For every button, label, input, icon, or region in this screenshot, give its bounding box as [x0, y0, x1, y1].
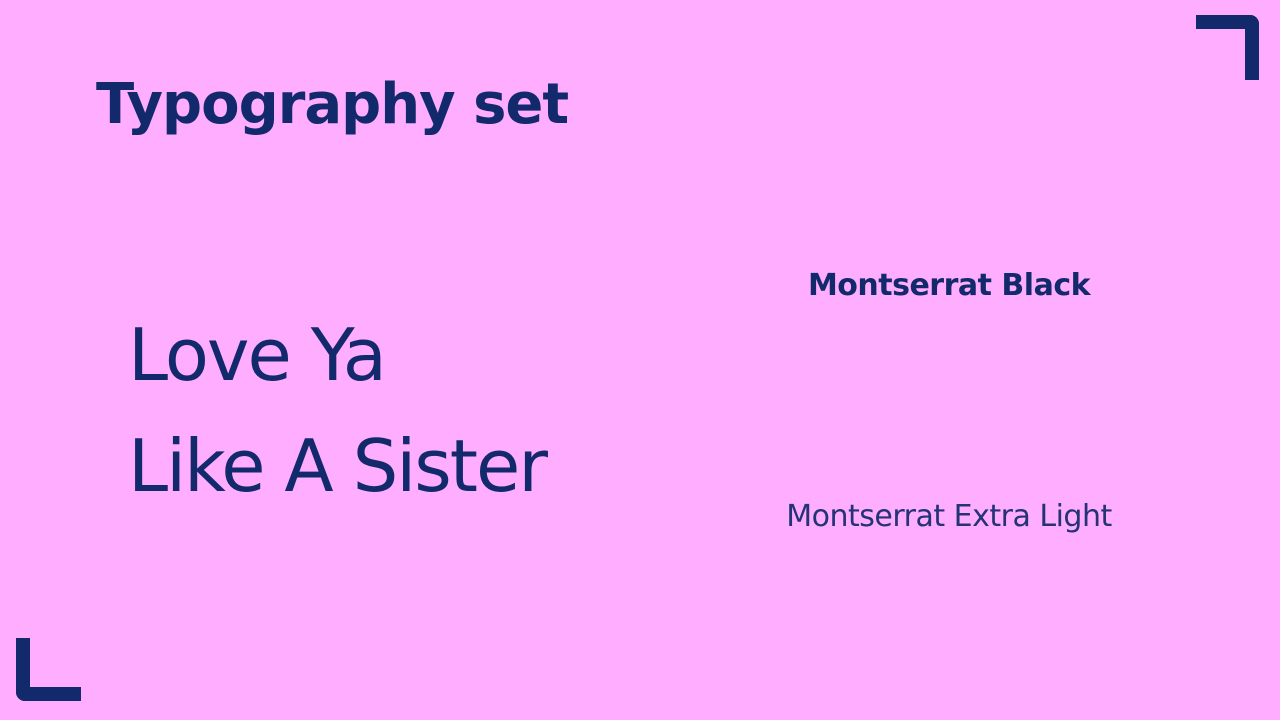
- corner-bracket-bottom-left-icon: [16, 638, 81, 701]
- sample-text-line-2: Like A Sister: [128, 424, 548, 508]
- font-label-extra-light: Montserrat Extra Light: [786, 499, 1112, 534]
- corner-bracket-top-right-icon: [1196, 15, 1259, 80]
- sample-text-line-1: Love Ya: [128, 313, 387, 397]
- sample-text-block: Love Ya Like A Sister: [128, 300, 548, 522]
- font-label-black: Montserrat Black: [807, 268, 1091, 303]
- slide-title: Typography set: [96, 72, 569, 137]
- typography-slide: Typography set Love Ya Like A Sister Mon…: [0, 0, 1280, 720]
